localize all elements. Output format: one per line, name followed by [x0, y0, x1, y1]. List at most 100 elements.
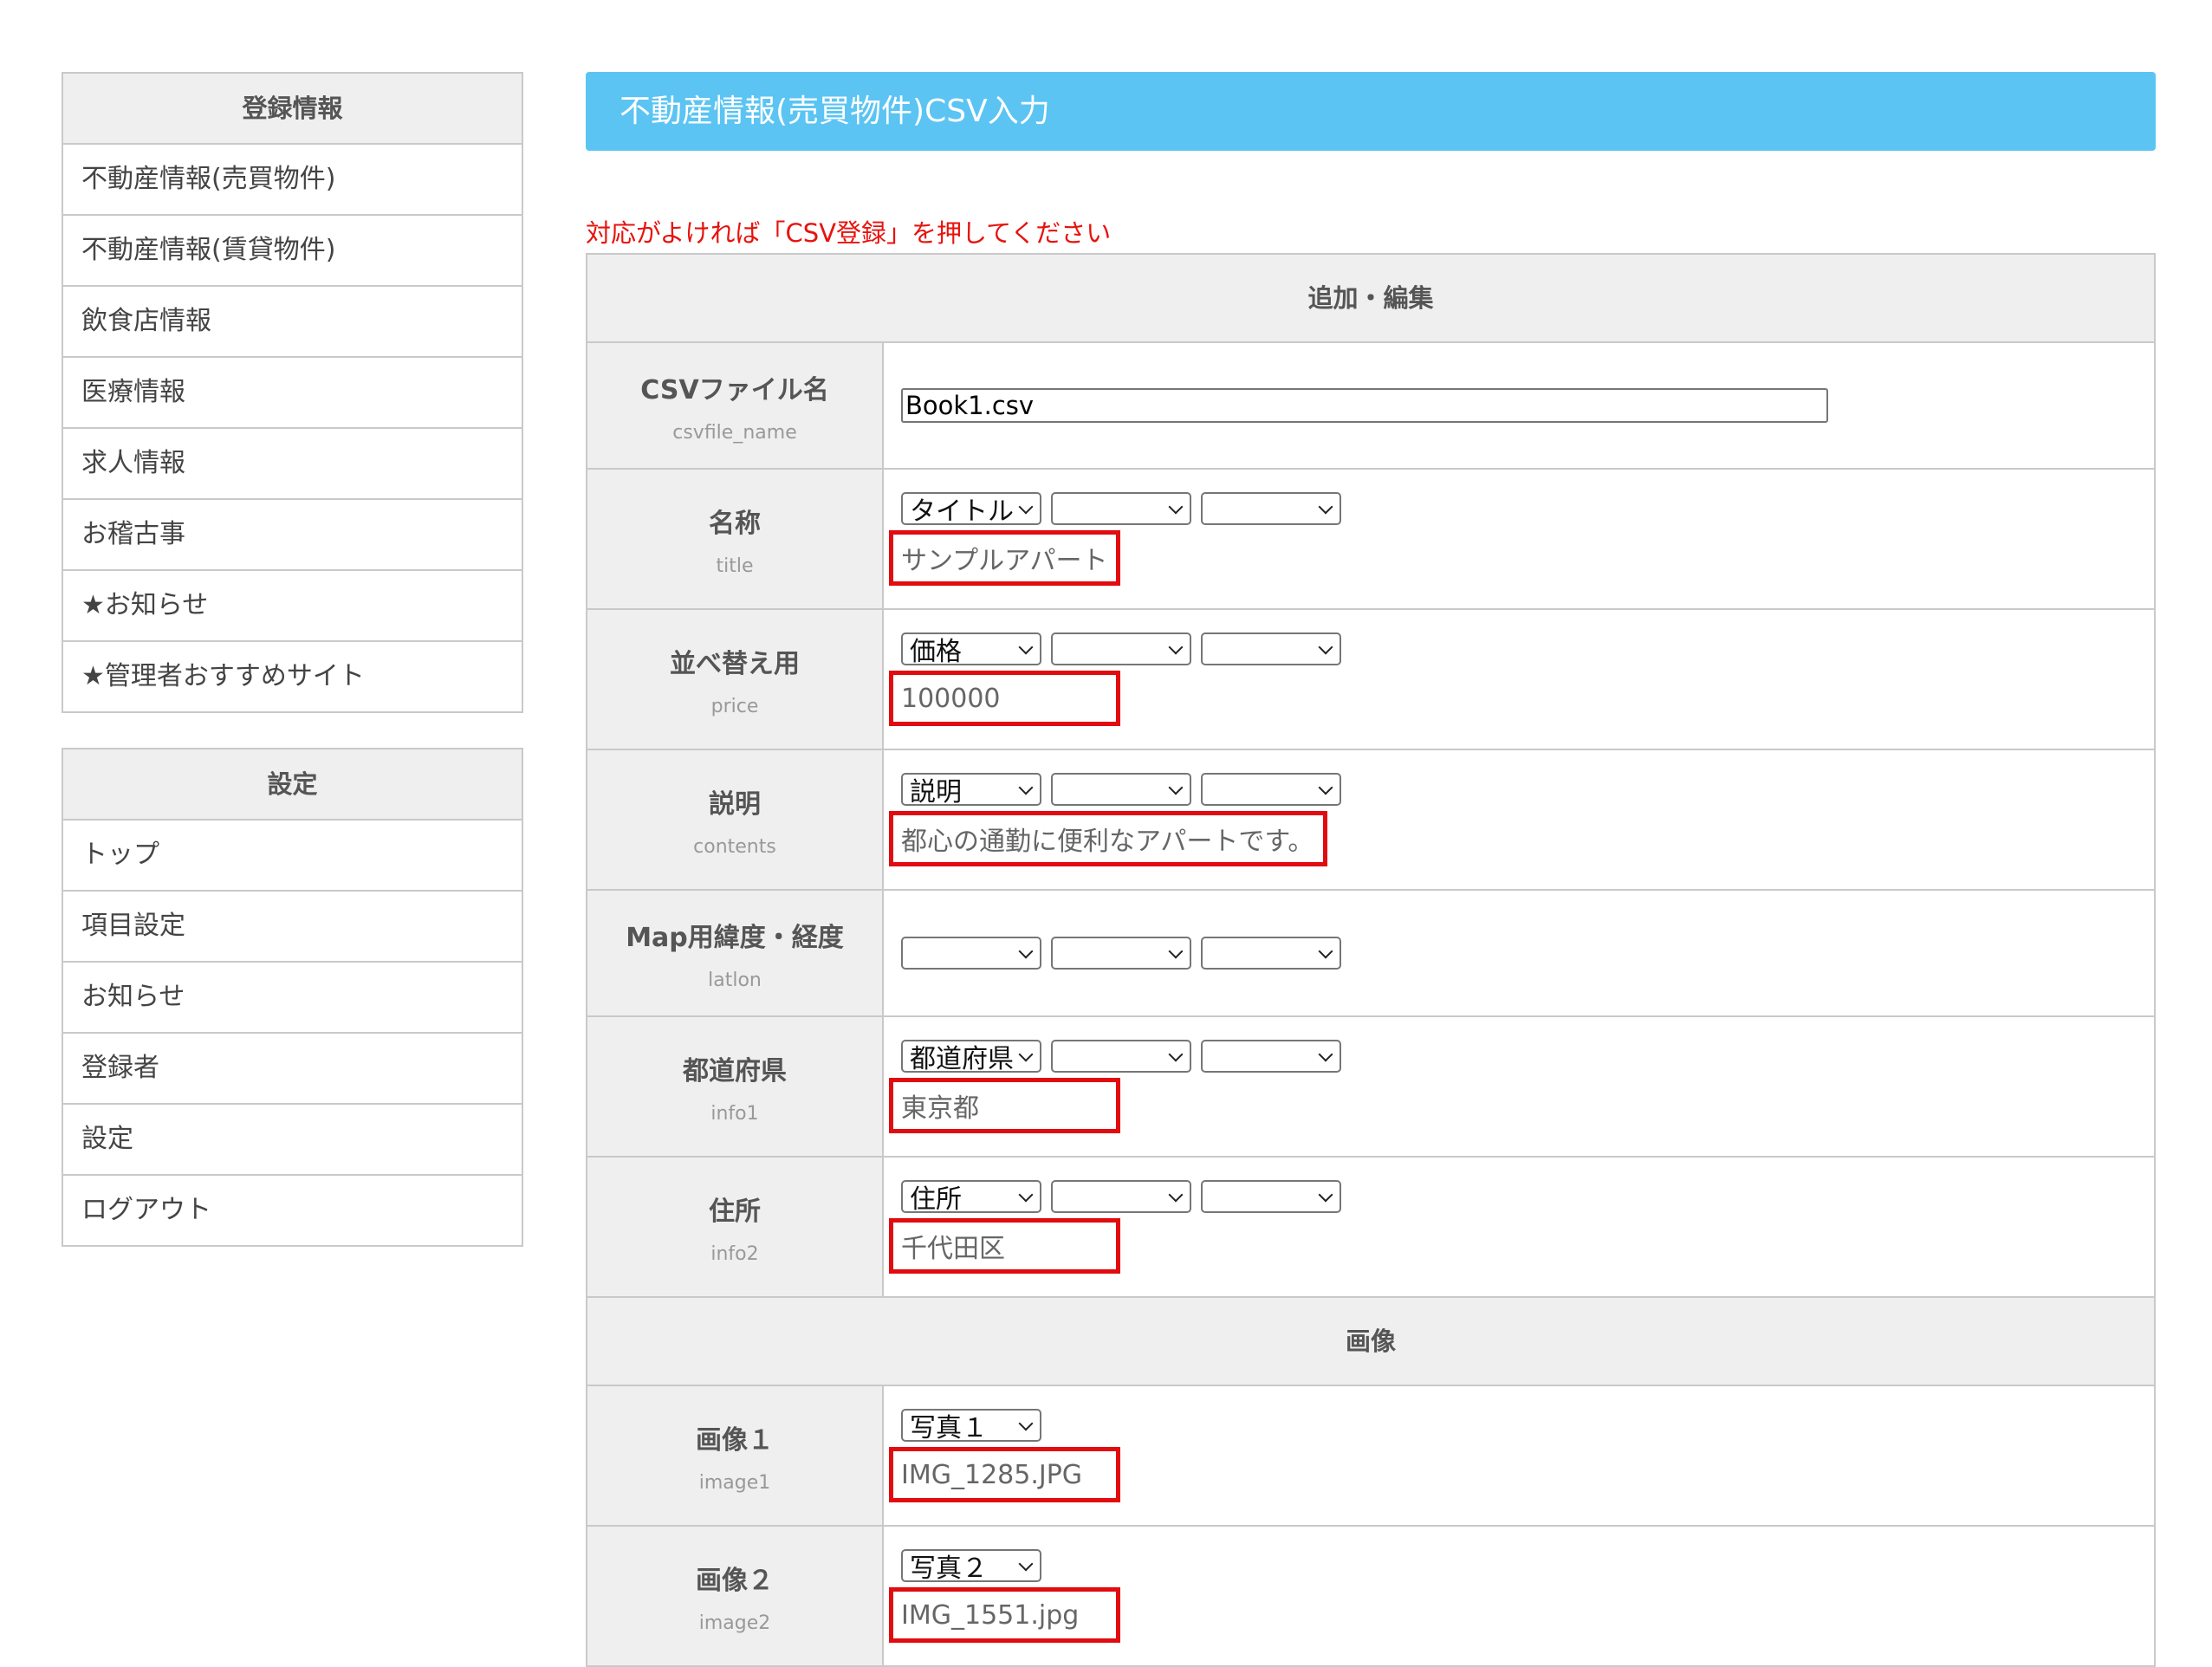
chevron-down-icon: [1018, 1187, 1034, 1203]
column-select[interactable]: 説明: [901, 773, 1041, 808]
chevron-down-icon: [1168, 780, 1184, 795]
column-select[interactable]: 都道府県: [901, 1040, 1041, 1074]
chevron-down-icon: [1018, 1047, 1034, 1062]
chevron-down-icon: [1168, 639, 1184, 655]
column-select[interactable]: 写真２: [901, 1549, 1041, 1584]
instruction-notice: 対応がよければ「CSV登録」を押してください: [586, 218, 1112, 248]
field-key: price: [710, 695, 759, 717]
field-label-cell: 住所 info2: [587, 1158, 884, 1296]
field-value-cell: Book1.csv: [884, 343, 2154, 468]
form-row-image1: 画像１ image1 写真１ IMG_1285.JPG: [587, 1386, 2154, 1527]
form-row-latlon: Map用緯度・経度 latlon: [587, 891, 2154, 1017]
sample-value: 都心の通勤に便利なアパートです。: [889, 811, 1328, 866]
field-value-cell: 写真２ IMG_1551.jpg: [884, 1527, 2154, 1665]
sidebar-item-logout[interactable]: ログアウト: [63, 1176, 522, 1245]
sidebar-item-jobs[interactable]: 求人情報: [63, 429, 522, 500]
form-row-title: 名称 title タイトル サンプルアパート: [587, 470, 2154, 610]
field-key: csvfile_name: [672, 421, 797, 444]
field-key: image1: [698, 1471, 771, 1494]
main-content: 不動産情報(売買物件)CSV入力 対応がよければ「CSV登録」を押してください …: [586, 72, 2156, 1667]
field-label: 名称: [709, 508, 761, 539]
csvfile-name-input[interactable]: Book1.csv: [901, 388, 1828, 423]
field-label: 説明: [709, 788, 761, 820]
field-key: latlon: [708, 969, 762, 991]
chevron-down-icon: [1018, 639, 1034, 655]
field-key: title: [716, 555, 754, 577]
sidebar-item-registrants[interactable]: 登録者: [63, 1034, 522, 1105]
sidebar-item-sale-property[interactable]: 不動産情報(売買物件): [63, 145, 522, 216]
column-select[interactable]: [1051, 492, 1191, 525]
column-select[interactable]: [1051, 1040, 1191, 1073]
field-label: 都道府県: [683, 1055, 787, 1086]
field-key: contents: [693, 835, 776, 858]
sample-value: IMG_1551.jpg: [889, 1587, 1120, 1643]
column-select[interactable]: [1201, 632, 1341, 665]
column-select[interactable]: [1201, 1040, 1341, 1073]
field-label: 画像１: [696, 1424, 774, 1456]
field-value-cell: 住所 千代田区: [884, 1158, 2154, 1296]
registration-menu-heading: 登録情報: [63, 74, 522, 145]
settings-menu-heading: 設定: [63, 749, 522, 821]
chevron-down-icon: [1318, 499, 1333, 515]
sidebar-item-field-settings[interactable]: 項目設定: [63, 892, 522, 963]
column-select[interactable]: [1051, 632, 1191, 665]
chevron-down-icon: [1018, 780, 1034, 795]
field-label: 画像２: [696, 1565, 774, 1596]
column-select[interactable]: [1201, 1180, 1341, 1213]
form-row-info1: 都道府県 info1 都道府県 東京都: [587, 1017, 2154, 1158]
sidebar-item-rental-property[interactable]: 不動産情報(賃貸物件): [63, 216, 522, 287]
form-row-contents: 説明 contents 説明 都心の通勤に便利なアパートです。: [587, 750, 2154, 891]
field-label-cell: 名称 title: [587, 470, 884, 608]
column-select[interactable]: タイトル: [901, 492, 1041, 527]
sidebar-item-announcements[interactable]: お知らせ: [63, 963, 522, 1034]
settings-menu: 設定 トップ 項目設定 お知らせ 登録者 設定 ログアウト: [62, 748, 523, 1247]
field-label-cell: 説明 contents: [587, 750, 884, 889]
chevron-down-icon: [1168, 944, 1184, 959]
chevron-down-icon: [1018, 499, 1034, 515]
field-key: info2: [710, 1242, 759, 1265]
sample-value: 東京都: [889, 1078, 1120, 1133]
sidebar: 登録情報 不動産情報(売買物件) 不動産情報(賃貸物件) 飲食店情報 医療情報 …: [62, 72, 523, 1281]
sidebar-item-news[interactable]: ★お知らせ: [63, 571, 522, 642]
column-select[interactable]: [901, 937, 1041, 970]
form-row-csvfile: CSVファイル名 csvfile_name Book1.csv: [587, 343, 2154, 470]
field-label-cell: 並べ替え用 price: [587, 610, 884, 749]
chevron-down-icon: [1318, 639, 1333, 655]
chevron-down-icon: [1318, 1047, 1333, 1062]
chevron-down-icon: [1168, 1047, 1184, 1062]
column-select[interactable]: 価格: [901, 632, 1041, 667]
sample-value: 千代田区: [889, 1218, 1120, 1274]
chevron-down-icon: [1018, 944, 1034, 959]
column-select[interactable]: [1051, 1180, 1191, 1213]
form-row-image2: 画像２ image2 写真２ IMG_1551.jpg: [587, 1527, 2154, 1667]
column-select[interactable]: [1051, 937, 1191, 970]
field-label-cell: 画像２ image2: [587, 1527, 884, 1665]
chevron-down-icon: [1018, 1556, 1034, 1572]
field-value-cell: 写真１ IMG_1285.JPG: [884, 1386, 2154, 1525]
column-select[interactable]: 写真１: [901, 1409, 1041, 1443]
field-label: 住所: [709, 1196, 761, 1227]
form-row-price: 並べ替え用 price 価格 100000: [587, 610, 2154, 750]
column-select[interactable]: 住所: [901, 1180, 1041, 1215]
form-row-info2: 住所 info2 住所 千代田区: [587, 1158, 2154, 1298]
field-key: image2: [698, 1612, 771, 1634]
sample-value: サンプルアパート: [889, 530, 1120, 586]
chevron-down-icon: [1168, 1187, 1184, 1203]
sidebar-item-recommended-sites[interactable]: ★管理者おすすめサイト: [63, 642, 522, 711]
sidebar-item-medical[interactable]: 医療情報: [63, 358, 522, 429]
chevron-down-icon: [1318, 944, 1333, 959]
field-label: CSVファイル名: [640, 374, 829, 405]
sample-value: 100000: [889, 671, 1120, 726]
column-select[interactable]: [1201, 773, 1341, 806]
field-label: Map用緯度・経度: [626, 922, 844, 953]
chevron-down-icon: [1018, 1416, 1034, 1431]
column-select[interactable]: [1201, 937, 1341, 970]
sample-value: IMG_1285.JPG: [889, 1447, 1120, 1502]
column-select[interactable]: [1201, 492, 1341, 525]
column-select[interactable]: [1051, 773, 1191, 806]
sidebar-item-restaurant[interactable]: 飲食店情報: [63, 287, 522, 358]
sidebar-item-lessons[interactable]: お稽古事: [63, 500, 522, 571]
sidebar-item-settings[interactable]: 設定: [63, 1105, 522, 1176]
field-key: info1: [710, 1102, 759, 1125]
sidebar-item-top[interactable]: トップ: [63, 821, 522, 892]
